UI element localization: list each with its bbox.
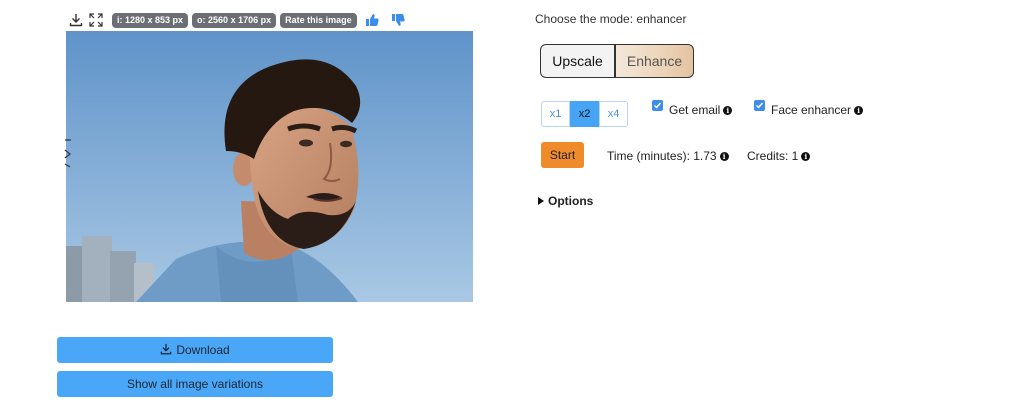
credits-label: Credits: 1 (747, 149, 799, 163)
options-toggle[interactable]: Options (538, 194, 593, 208)
time-estimate: Time (minutes): 1.73 i (607, 149, 729, 163)
fullscreen-icon[interactable] (88, 12, 104, 28)
image-toolbar: i: 1280 x 853 px o: 2560 x 1706 px Rate … (68, 11, 405, 29)
get-email-option: Get email i (652, 99, 733, 117)
output-size-badge: o: 2560 x 1706 px (192, 12, 277, 28)
start-button[interactable]: Start (541, 142, 584, 168)
download-icon[interactable] (68, 12, 84, 28)
mode-upscale-button[interactable]: Upscale (540, 44, 615, 78)
scale-x2-button[interactable]: x2 (570, 101, 599, 127)
scale-x1-button[interactable]: x1 (541, 101, 570, 127)
info-icon[interactable]: i (723, 105, 733, 115)
options-label: Options (548, 194, 594, 208)
mode-title: Choose the mode: enhancer (535, 12, 687, 26)
show-variations-button[interactable]: Show all image variations (57, 371, 333, 397)
page: i: 1280 x 853 px o: 2560 x 1706 px Rate … (0, 0, 1024, 408)
face-enhancer-checkbox[interactable] (754, 100, 765, 111)
get-email-label: Get email (669, 103, 721, 117)
carousel-arrow-marks[interactable] (64, 138, 72, 168)
mode-toggle: Upscale Enhance (540, 44, 694, 78)
input-size-badge: i: 1280 x 853 px (112, 12, 189, 28)
info-icon[interactable]: i (854, 105, 864, 115)
rate-image-button[interactable]: Rate this image (280, 12, 357, 28)
face-enhancer-label: Face enhancer (771, 103, 852, 117)
get-email-checkbox[interactable] (652, 100, 663, 111)
credits-cost: Credits: 1 i (747, 149, 811, 163)
download-button[interactable]: Download (57, 337, 333, 363)
show-variations-label: Show all image variations (126, 377, 264, 391)
scale-selector: x1 x2 x4 (541, 101, 628, 127)
result-image (66, 31, 473, 302)
info-icon[interactable]: i (719, 151, 729, 161)
expand-triangle-icon (538, 197, 544, 205)
thumbs-up-icon[interactable] (365, 13, 379, 27)
thumbs-down-icon[interactable] (391, 13, 405, 27)
face-enhancer-option: Face enhancer i (754, 99, 864, 117)
time-estimate-label: Time (minutes): 1.73 (607, 149, 717, 163)
download-icon (160, 343, 172, 358)
mode-enhance-button[interactable]: Enhance (615, 44, 694, 78)
scale-x4-button[interactable]: x4 (599, 101, 628, 127)
download-button-label: Download (176, 343, 230, 357)
info-icon[interactable]: i (801, 151, 811, 161)
